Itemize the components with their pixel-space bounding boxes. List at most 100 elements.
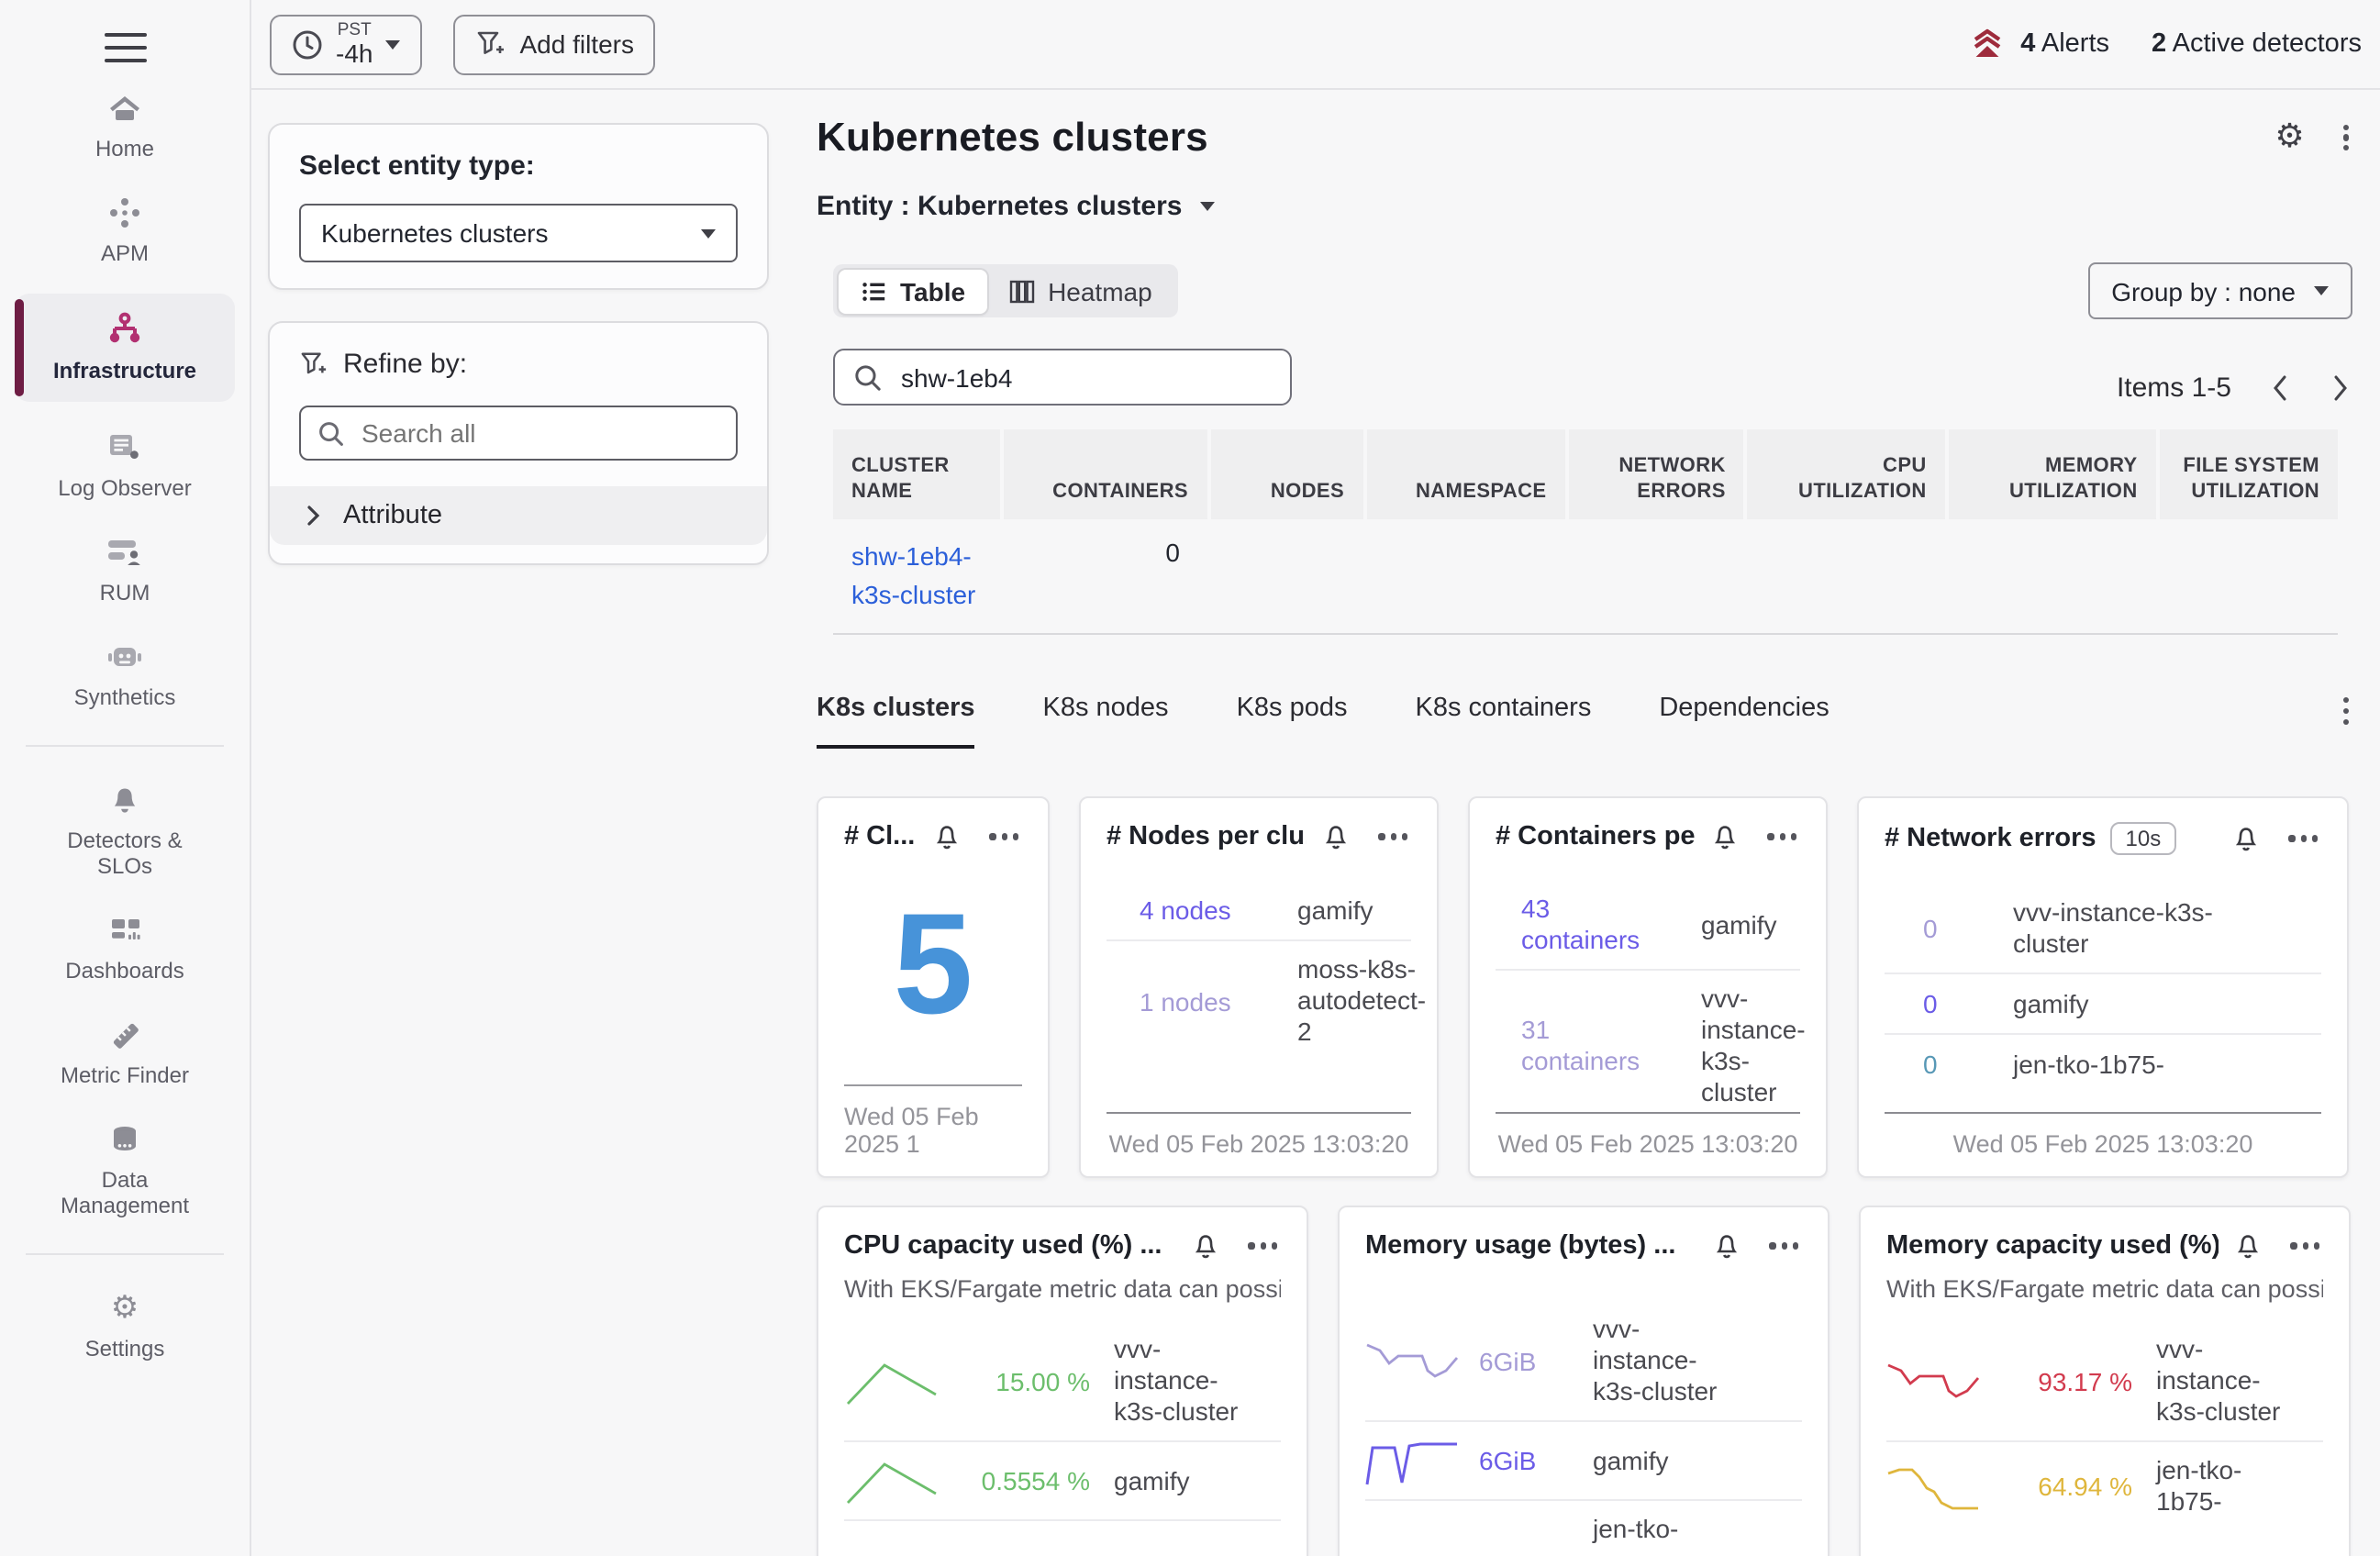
- hamburger-menu-icon[interactable]: [104, 33, 146, 63]
- page-kebab-menu-icon[interactable]: [2340, 120, 2352, 155]
- title-row: Kubernetes clusters ⚙: [817, 114, 2352, 161]
- tabs-kebab-menu-icon[interactable]: [2340, 694, 2352, 728]
- tab-k8s-clusters[interactable]: K8s clusters: [817, 694, 975, 749]
- column-header[interactable]: File System Utilization: [2156, 429, 2338, 519]
- gear-icon: ⚙: [111, 1291, 139, 1328]
- metric-value-link[interactable]: 0: [1885, 912, 2013, 945]
- metric-value-link[interactable]: 6GiB: [1479, 1444, 1593, 1477]
- bell-icon[interactable]: [2232, 825, 2262, 852]
- tab-k8s-pods[interactable]: K8s pods: [1237, 694, 1348, 745]
- metric-value-link[interactable]: 0: [1885, 1048, 2013, 1081]
- sidebar-item-infrastructure[interactable]: Infrastructure: [15, 295, 235, 403]
- column-header[interactable]: Network Errors: [1565, 429, 1744, 519]
- active-detectors-link[interactable]: 2 Active detectors: [2152, 29, 2362, 59]
- card-title: # Cl...: [844, 822, 915, 851]
- sidebar-item-detectors-slos[interactable]: Detectors & SLOs: [0, 766, 250, 896]
- metric-value-link[interactable]: 4 nodes: [1107, 894, 1250, 927]
- sidebar-item-home[interactable]: Home: [0, 74, 250, 179]
- card-kebab-menu-icon[interactable]: [1764, 830, 1800, 843]
- card-kebab-menu-icon[interactable]: [986, 830, 1022, 843]
- metric-label: jen-tko-1b75-: [2013, 1049, 2288, 1080]
- bell-icon[interactable]: [1322, 823, 1351, 850]
- card-kebab-menu-icon[interactable]: [1245, 1239, 1281, 1252]
- column-header[interactable]: Containers: [1000, 429, 1207, 519]
- metric-row: 1 nodes moss-k8s-autodetect-2: [1107, 939, 1411, 1061]
- column-header[interactable]: Nodes: [1207, 429, 1362, 519]
- metric-cards-row-1: # Cl... 5 Wed 05 Feb 2025 1 # Nodes per: [817, 796, 2352, 1178]
- sidebar-item-log-observer[interactable]: Log Observer: [0, 414, 250, 518]
- sidebar-item-synthetics[interactable]: Synthetics: [0, 623, 250, 728]
- bell-icon[interactable]: [933, 823, 962, 850]
- chevron-left-icon[interactable]: [2268, 371, 2292, 406]
- view-toggle: Table Heatmap: [833, 264, 1179, 317]
- chevron-right-icon[interactable]: [2329, 371, 2352, 406]
- sidebar-item-data-management[interactable]: Data Management: [0, 1106, 250, 1236]
- refine-by-card: Refine by: Attribute: [268, 321, 769, 565]
- metric-row: 64.94 % jen-tko-1b75-: [1886, 1440, 2323, 1530]
- metric-value-link[interactable]: 93.17 %: [2000, 1364, 2132, 1397]
- synthetics-icon: [106, 639, 143, 676]
- cluster-search-input[interactable]: [897, 361, 1272, 394]
- table-view-button[interactable]: Table: [838, 269, 987, 313]
- nodes-per-cluster-card: # Nodes per clu... 4 nodes gamify: [1079, 796, 1439, 1178]
- add-filters-label: Add filters: [519, 29, 634, 59]
- metric-value-link[interactable]: 1 nodes: [1107, 984, 1250, 1017]
- column-header[interactable]: Cluster Name: [833, 429, 1000, 519]
- card-timestamp: Wed 05 Feb 2025 13:03:20: [1496, 1112, 1800, 1158]
- card-title: # Network errors: [1885, 824, 2096, 853]
- refine-search-input[interactable]: [358, 417, 719, 450]
- metric-value-link[interactable]: 0: [1885, 987, 2013, 1020]
- alerts-link[interactable]: 4 Alerts: [1969, 28, 2109, 61]
- sidebar-item-dashboards[interactable]: Dashboards: [0, 896, 250, 1001]
- metric-row: 4 nodes gamify: [1107, 881, 1411, 939]
- metric-cards-row-2: CPU capacity used (%) ... With EKS/Farga…: [817, 1206, 2352, 1556]
- bell-icon[interactable]: [1713, 1232, 1742, 1260]
- tab-k8s-nodes[interactable]: K8s nodes: [1043, 694, 1169, 745]
- metric-value-link[interactable]: 0.5554 %: [958, 1464, 1090, 1497]
- column-header[interactable]: CPU Utilization: [1744, 429, 1945, 519]
- column-header[interactable]: Memory Utilization: [1945, 429, 2156, 519]
- card-kebab-menu-icon[interactable]: [2287, 1239, 2323, 1252]
- bell-icon[interactable]: [1192, 1232, 1221, 1260]
- active-accent-bar: [15, 300, 24, 397]
- metric-value-link[interactable]: 64.94 %: [2000, 1470, 2132, 1503]
- detectors-count: 2: [2152, 29, 2166, 59]
- apm-icon: [108, 195, 141, 232]
- tab-dependencies[interactable]: Dependencies: [1659, 694, 1829, 745]
- bell-icon[interactable]: [1711, 823, 1741, 850]
- card-kebab-menu-icon[interactable]: [1766, 1239, 1802, 1252]
- sidebar-item-settings[interactable]: ⚙ Settings: [0, 1274, 250, 1379]
- metric-value-link[interactable]: 15.00 %: [958, 1364, 1090, 1397]
- metric-value-link[interactable]: 43 containers: [1496, 894, 1672, 956]
- cluster-name-link[interactable]: shw-1eb4-k3s-cluster: [833, 519, 1024, 633]
- entity-type-select[interactable]: Kubernetes clusters: [299, 204, 738, 262]
- heatmap-view-button[interactable]: Heatmap: [987, 269, 1174, 313]
- metric-value-link[interactable]: 31 containers: [1496, 1015, 1672, 1077]
- card-kebab-menu-icon[interactable]: [1375, 830, 1411, 843]
- time-range-picker[interactable]: PST -4h: [270, 14, 422, 74]
- search-icon: [317, 419, 345, 447]
- add-filters-button[interactable]: Add filters: [453, 14, 656, 74]
- chevron-down-icon: [701, 228, 716, 238]
- pagination: Items 1-5: [2117, 371, 2352, 406]
- card-subtitle: With EKS/Fargate metric data can possibl…: [1886, 1275, 2323, 1303]
- sidebar-item-metric-finder[interactable]: Metric Finder: [0, 1001, 250, 1106]
- group-by-select[interactable]: Group by : none: [2087, 262, 2352, 319]
- attribute-expander[interactable]: Attribute: [270, 486, 767, 545]
- entity-selector[interactable]: Entity : Kubernetes clusters: [817, 191, 2352, 222]
- chevron-down-icon: [2314, 286, 2329, 295]
- metric-value-link[interactable]: 6GiB: [1479, 1344, 1593, 1377]
- column-header[interactable]: Namespace: [1362, 429, 1564, 519]
- bell-icon: [108, 783, 141, 819]
- sidebar-item-apm[interactable]: APM: [0, 179, 250, 283]
- metric-label: gamify: [1250, 895, 1373, 926]
- metric-row: 6GiB gamify: [1365, 1420, 1802, 1499]
- sidebar-item-label: Home: [95, 137, 154, 162]
- card-kebab-menu-icon[interactable]: [2285, 832, 2321, 845]
- metric-row: 0 vvv-instance-k3s-cluster: [1885, 884, 2321, 972]
- sidebar-item-rum[interactable]: RUM: [0, 518, 250, 623]
- bell-icon[interactable]: [2234, 1232, 2263, 1260]
- settings-gear-icon[interactable]: ⚙: [2274, 121, 2304, 154]
- metric-label: gamify: [2013, 988, 2288, 1019]
- tab-k8s-containers[interactable]: K8s containers: [1416, 694, 1592, 745]
